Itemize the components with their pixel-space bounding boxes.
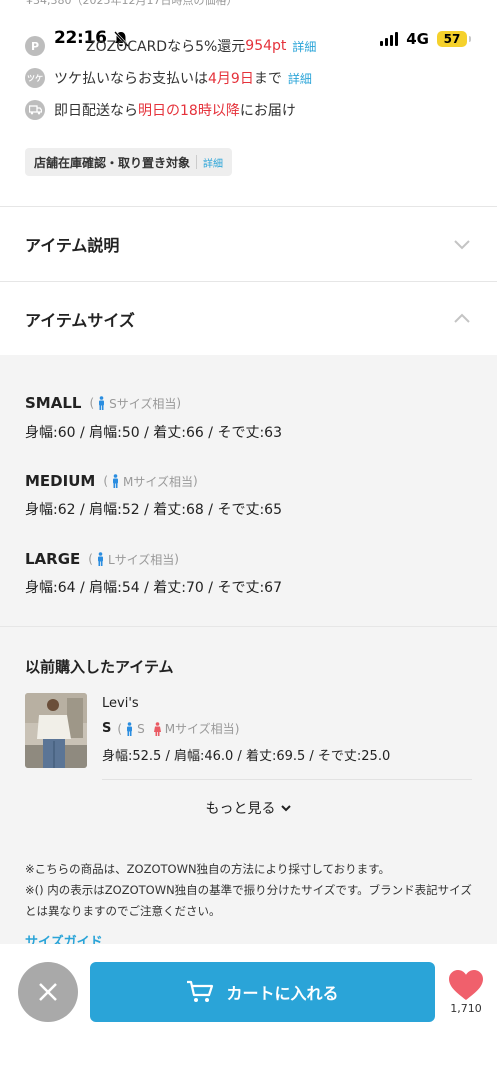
size-equivalent: ( Lサイズ相当): [88, 552, 179, 567]
close-icon: [39, 983, 57, 1001]
size-equivalent: ( Mサイズ相当): [103, 474, 198, 489]
promo-text-post: まで: [253, 71, 282, 87]
female-icon: [153, 721, 161, 736]
battery-level: 57: [443, 32, 461, 46]
note-size-label: ※() 内の表示はZOZOTOWN独自の基準で振り分けたサイズです。ブランド表記…: [25, 883, 472, 918]
accordion-item-size[interactable]: アイテムサイズ: [0, 282, 497, 356]
status-indicators: 4G 57: [380, 30, 471, 48]
network-type: 4G: [406, 30, 429, 48]
history-size-equivalent: ( S Mサイズ相当): [117, 721, 240, 737]
promo-highlight: 明日の18時以降: [138, 103, 240, 119]
promo-highlight: 954pt: [245, 38, 287, 54]
promo-detail-link[interactable]: 詳細: [292, 38, 316, 55]
chevron-up-icon: [454, 313, 470, 323]
tsuke-icon: ツケ: [25, 68, 45, 88]
add-to-cart-label: カートに入れる: [226, 984, 339, 1003]
size-guide-link[interactable]: サイズガイド: [25, 931, 103, 945]
male-icon: [99, 396, 105, 410]
battery-icon: 57: [437, 31, 471, 47]
favorite-count: 1,710: [450, 1002, 482, 1015]
chevron-down-icon: [280, 805, 291, 812]
size-equiv-text: Mサイズ相当: [123, 474, 193, 489]
point-icon: P: [25, 36, 45, 56]
show-more-button[interactable]: もっと見る: [0, 798, 497, 818]
chevron-down-icon: [454, 240, 470, 250]
promo-tsuke: ツケ ツケ払いならお支払いは 4月9日 まで 詳細: [25, 68, 312, 88]
store-stock-chip[interactable]: 店舗在庫確認・取り置き対象 詳細: [25, 148, 233, 176]
size-label: MEDIUM: [25, 472, 96, 490]
promo-text: ツケ払いならお支払いは: [54, 71, 208, 87]
note-measure: ※こちらの商品は、ZOZOTOWN独自の方法により採寸しております。: [25, 862, 390, 876]
accordion-title: アイテムサイズ: [25, 311, 135, 330]
size-measures-small: 身幅:60 / 肩幅:50 / 着丈:66 / そで丈:63: [25, 425, 282, 441]
heart-icon[interactable]: [447, 968, 485, 1002]
size-measures-large: 身幅:64 / 肩幅:54 / 着丈:70 / そで丈:67: [25, 580, 282, 596]
promo-detail-link[interactable]: 詳細: [288, 70, 312, 87]
male-icon: [113, 474, 118, 488]
store-chip-label: 店舗在庫確認・取り置き対象: [34, 155, 191, 170]
close-button[interactable]: [18, 962, 78, 1022]
show-more-label: もっと見る: [205, 801, 276, 817]
history-measures: 身幅:52.5 / 肩幅:46.0 / 着丈:69.5 / そで丈:25.0: [102, 749, 391, 764]
size-equivalent: ( Sサイズ相当): [89, 396, 182, 411]
accordion-item-description[interactable]: アイテム説明: [0, 207, 497, 281]
history-size-label: S: [102, 721, 112, 736]
size-equiv-text: Lサイズ相当: [107, 552, 175, 567]
history-size: S ( S Mサイズ相当): [102, 720, 239, 737]
equiv-women: Mサイズ相当: [164, 722, 235, 736]
size-label: LARGE: [25, 550, 81, 568]
price-note-cut: ¥34,380（2025年12月17日時点の価格）: [26, 0, 238, 7]
male-icon: [127, 721, 133, 736]
male-icon: [97, 552, 103, 566]
size-label: SMALL: [25, 394, 82, 412]
chip-divider: [196, 155, 198, 169]
promo-text: 即日配送なら: [54, 103, 138, 119]
promo-text: ZOZOCARDなら5%還元: [86, 39, 246, 55]
size-measures-medium: 身幅:62 / 肩幅:52 / 着丈:68 / そで丈:65: [25, 502, 282, 518]
cart-icon: [187, 980, 214, 1002]
promo-delivery: 即日配送なら 明日の18時以降 にお届け: [25, 100, 296, 120]
divider: [102, 779, 472, 780]
promo-highlight: 4月9日: [208, 71, 254, 87]
history-brand: Levi's: [102, 696, 139, 711]
signal-icon: [380, 32, 399, 46]
size-row-small: SMALL ( Sサイズ相当): [25, 394, 181, 412]
size-row-large: LARGE ( Lサイズ相当): [25, 550, 179, 568]
add-to-cart-button[interactable]: カートに入れる: [90, 962, 435, 1022]
store-chip-detail-link[interactable]: 詳細: [203, 155, 223, 170]
product-thumbnail[interactable]: [25, 693, 87, 768]
divider: [0, 626, 497, 627]
promo-text-post: にお届け: [239, 103, 296, 119]
truck-icon: [25, 100, 45, 120]
equiv-men: S: [137, 721, 145, 736]
size-row-medium: MEDIUM ( Mサイズ相当): [25, 472, 198, 490]
history-title: 以前購入したアイテム: [25, 658, 174, 676]
promo-zozocard: P ZOZOCARDなら5%還元 954pt 詳細: [25, 36, 316, 56]
accordion-title: アイテム説明: [25, 236, 120, 255]
size-equiv-text: Sサイズ相当: [109, 396, 177, 411]
size-panel: [0, 355, 497, 945]
